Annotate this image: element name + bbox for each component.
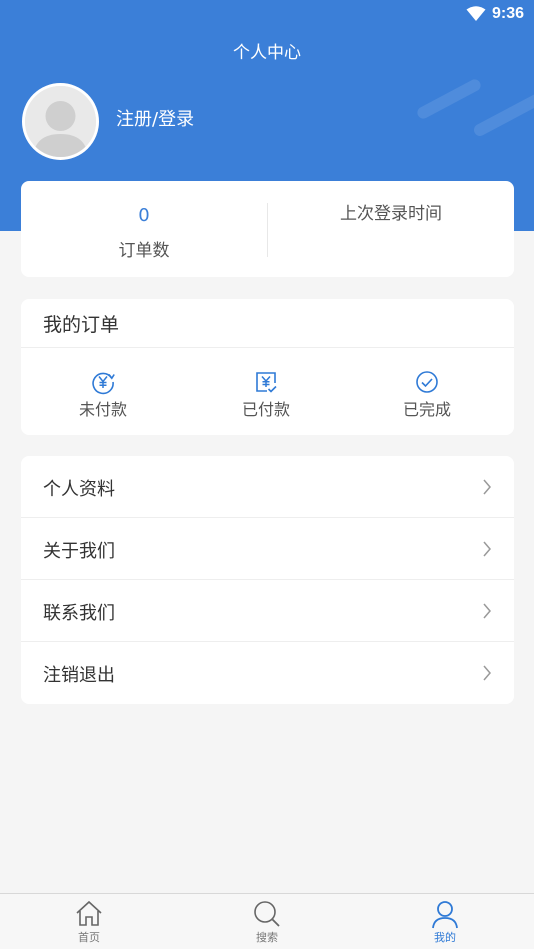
avatar-placeholder-icon	[25, 86, 96, 157]
menu-item-logout[interactable]: 注销退出	[21, 642, 514, 704]
order-unpaid-label: 未付款	[78, 400, 127, 419]
header-decoration	[471, 89, 534, 139]
menu-item-label: 个人资料	[43, 479, 115, 500]
tab-home[interactable]: 首页	[39, 899, 139, 945]
user-icon	[432, 901, 458, 929]
yen-receipt-icon	[256, 372, 277, 393]
yen-refresh-icon	[92, 372, 115, 395]
header-decoration	[415, 77, 483, 121]
divider	[21, 347, 514, 348]
wifi-icon	[466, 6, 486, 21]
tab-label: 我的	[434, 931, 456, 944]
order-paid-button[interactable]: 已付款	[206, 369, 326, 420]
status-bar: 9:36	[0, 0, 534, 30]
order-completed-button[interactable]: 已完成	[367, 369, 487, 420]
page-title: 个人中心	[233, 43, 301, 63]
search-icon	[254, 901, 280, 927]
bottom-tab-bar: 首页 搜索 我的	[0, 893, 534, 949]
menu-item-about[interactable]: 关于我们	[21, 518, 514, 580]
my-orders-card: 我的订单 未付款 已付款 已完成	[21, 299, 514, 435]
chevron-right-icon	[483, 603, 491, 619]
tab-search[interactable]: 搜索	[217, 899, 317, 945]
menu-item-profile[interactable]: 个人资料	[21, 456, 514, 518]
tab-label: 首页	[78, 931, 100, 944]
menu-item-label: 注销退出	[43, 665, 115, 686]
menu-item-label: 联系我们	[43, 603, 115, 624]
order-count-stat[interactable]: 0 订单数	[21, 181, 267, 277]
last-login-label: 上次登录时间	[340, 204, 442, 224]
menu-item-label: 关于我们	[43, 541, 115, 562]
order-unpaid-button[interactable]: 未付款	[43, 369, 163, 420]
order-paid-label: 已付款	[241, 400, 290, 419]
stats-card: 0 订单数 上次登录时间	[21, 181, 514, 277]
order-count-value: 0	[138, 205, 150, 226]
check-circle-icon	[416, 371, 438, 393]
chevron-right-icon	[483, 665, 491, 681]
chevron-right-icon	[483, 541, 491, 557]
order-completed-label: 已完成	[402, 400, 451, 419]
settings-menu: 个人资料 关于我们 联系我们 注销退出	[21, 456, 514, 704]
avatar[interactable]	[22, 83, 99, 160]
status-time: 9:36	[491, 5, 524, 22]
order-count-label: 订单数	[118, 241, 170, 261]
register-login-link[interactable]: 注册/登录	[116, 105, 194, 131]
home-icon	[76, 900, 102, 926]
menu-item-contact[interactable]: 联系我们	[21, 580, 514, 642]
chevron-right-icon	[483, 479, 491, 495]
tab-label: 搜索	[256, 931, 278, 944]
my-orders-title: 我的订单	[43, 314, 120, 336]
tab-mine[interactable]: 我的	[395, 899, 495, 945]
